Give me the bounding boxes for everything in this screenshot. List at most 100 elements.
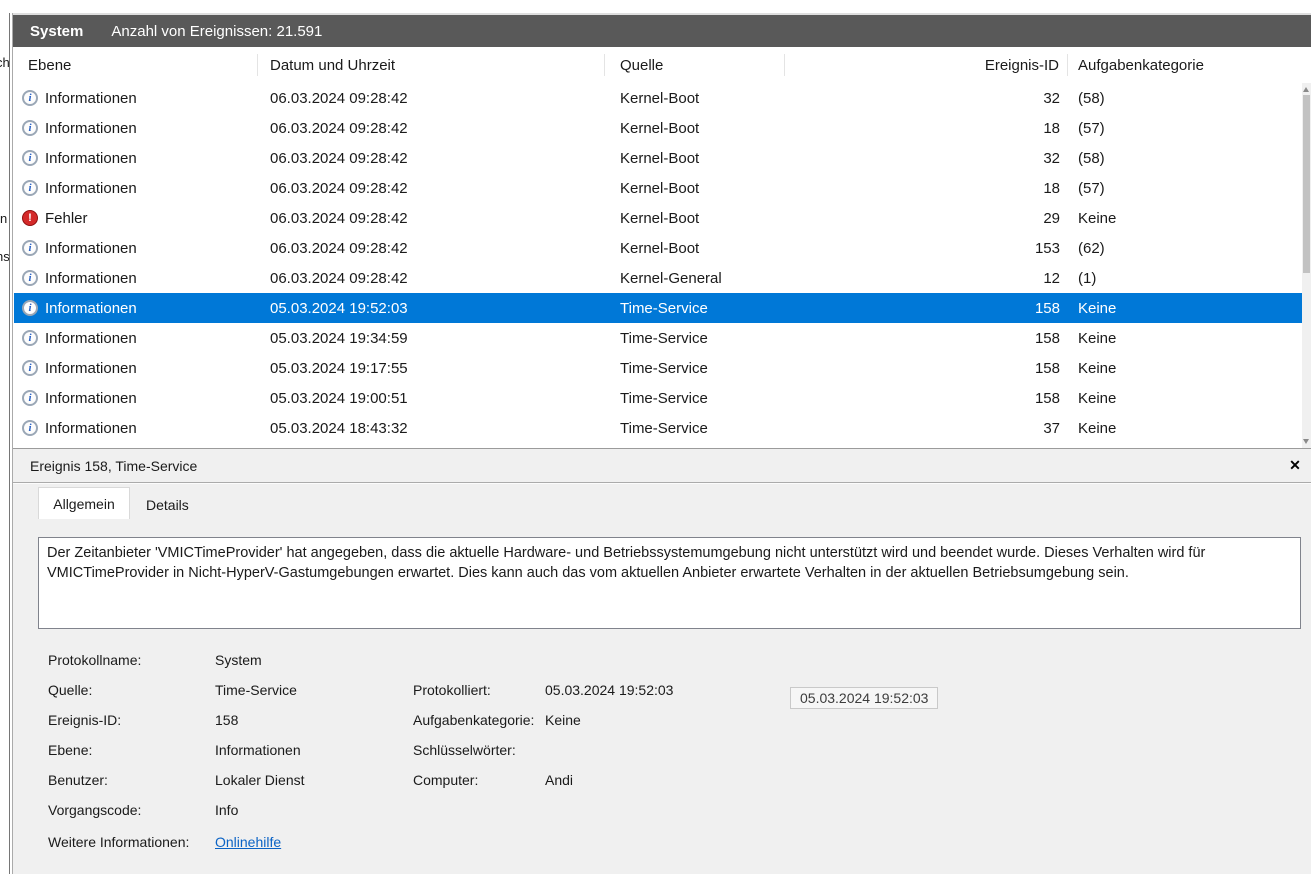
event-id-cell: 37 — [785, 413, 1068, 443]
table-row[interactable]: i Informationen 05.03.2024 19:17:55 Time-… — [14, 353, 1302, 383]
level-cell: Informationen — [45, 240, 137, 257]
table-row-error[interactable]: !Fehler 06.03.2024 09:28:42 Kernel-Boot … — [14, 203, 1302, 233]
info-icon: i — [22, 360, 38, 376]
field-label: Ebene: — [48, 742, 92, 758]
info-icon: i — [22, 90, 38, 106]
table-row[interactable]: iInformationen 06.03.2024 09:28:42 Kerne… — [14, 113, 1302, 143]
onlinehilfe-link[interactable]: Onlinehilfe — [215, 834, 281, 850]
category-cell: (58) — [1068, 83, 1302, 113]
category-cell: Keine — [1068, 353, 1302, 383]
table-row[interactable]: iInformationen 05.03.2024 19:34:59 Time-… — [14, 323, 1302, 353]
field-label: Ereignis-ID: — [48, 712, 121, 728]
source-cell: Kernel-Boot — [605, 83, 785, 113]
scrollbar-down-arrow-icon[interactable] — [1303, 439, 1309, 444]
source-cell: Kernel-Boot — [605, 233, 785, 263]
info-icon: i — [22, 240, 38, 256]
field-value: Andi — [545, 772, 573, 788]
column-header-ereignis-id[interactable]: Ereignis-ID — [785, 54, 1068, 76]
close-icon[interactable]: ✕ — [1285, 455, 1305, 475]
table-row[interactable]: iInformationen 06.03.2024 09:28:42 Kerne… — [14, 233, 1302, 263]
date-cell: 06.03.2024 09:28:42 — [258, 173, 605, 203]
level-cell: Informationen — [45, 300, 137, 317]
field-label: Benutzer: — [48, 772, 108, 788]
column-header-datum[interactable]: Datum und Uhrzeit — [258, 54, 605, 76]
category-cell: Keine — [1068, 293, 1302, 323]
event-count: Anzahl von Ereignissen: 21.591 — [111, 23, 322, 40]
event-id-cell: 29 — [785, 203, 1068, 233]
category-cell: (57) — [1068, 173, 1302, 203]
field-label: Aufgabenkategorie: — [413, 712, 534, 728]
log-title-bar: System Anzahl von Ereignissen: 21.591 — [13, 15, 1311, 47]
source-cell: Kernel-General — [605, 263, 785, 293]
event-list: i Informationen 06.03.2024 09:28:42 Kerne… — [14, 83, 1302, 448]
event-detail-pane: Ereignis 158, Time-Service ✕ Allgemein D… — [13, 448, 1311, 874]
table-row[interactable]: iInformationen 05.03.2024 18:43:32 Time-… — [14, 413, 1302, 443]
pane-splitter[interactable] — [9, 13, 10, 874]
event-id-cell: 158 — [785, 383, 1068, 413]
table-row[interactable]: i Informationen 06.03.2024 09:28:42 Kerne… — [14, 263, 1302, 293]
field-value: 05.03.2024 19:52:03 — [545, 682, 673, 698]
info-icon: i — [22, 270, 38, 286]
event-description-box[interactable]: Der Zeitanbieter 'VMICTimeProvider' hat … — [38, 537, 1301, 629]
info-icon: i — [22, 120, 38, 136]
field-label: Protokollname: — [48, 652, 141, 668]
event-id-cell: 158 — [785, 293, 1068, 323]
column-header-ebene[interactable]: Ebene — [14, 54, 258, 76]
source-cell: Kernel-Boot — [605, 113, 785, 143]
scrollbar-thumb[interactable] — [1303, 95, 1310, 273]
category-cell: Keine — [1068, 413, 1302, 443]
table-row[interactable]: iInformationen 05.03.2024 19:00:51 Time-… — [14, 383, 1302, 413]
date-cell: 05.03.2024 18:43:32 — [258, 413, 605, 443]
date-cell: 06.03.2024 09:28:42 — [258, 83, 605, 113]
tab-details[interactable]: Details — [132, 491, 203, 519]
table-row[interactable]: i Informationen 06.03.2024 09:28:42 Kerne… — [14, 143, 1302, 173]
source-cell: Time-Service — [605, 353, 785, 383]
category-cell: (58) — [1068, 143, 1302, 173]
level-cell: Informationen — [45, 150, 137, 167]
event-id-cell: 158 — [785, 323, 1068, 353]
date-cell: 06.03.2024 09:28:42 — [258, 143, 605, 173]
source-cell: Kernel-Boot — [605, 143, 785, 173]
field-label: Schlüsselwörter: — [413, 742, 516, 758]
field-value: Info — [215, 802, 238, 818]
date-cell: 06.03.2024 09:28:42 — [258, 263, 605, 293]
detail-pane-title: Ereignis 158, Time-Service — [30, 458, 197, 474]
table-row-selected[interactable]: iInformationen 05.03.2024 19:52:03 Time-… — [14, 293, 1302, 323]
field-label: Quelle: — [48, 682, 92, 698]
info-icon: i — [22, 180, 38, 196]
level-cell: Informationen — [45, 330, 137, 347]
event-id-cell: 18 — [785, 113, 1068, 143]
info-icon: i — [22, 150, 38, 166]
field-label: Computer: — [413, 772, 478, 788]
event-id-cell: 153 — [785, 233, 1068, 263]
info-icon: i — [22, 300, 38, 316]
info-icon: i — [22, 420, 38, 436]
event-id-cell: 18 — [785, 173, 1068, 203]
event-id-cell: 158 — [785, 353, 1068, 383]
field-label: Weitere Informationen: — [48, 834, 189, 850]
field-value: Keine — [545, 712, 581, 728]
source-cell: Time-Service — [605, 293, 785, 323]
date-cell: 05.03.2024 19:34:59 — [258, 323, 605, 353]
event-viewer-window: ch n ns System Anzahl von Ereignissen: 2… — [0, 0, 1311, 874]
table-row[interactable]: iInformationen 06.03.2024 09:28:42 Kerne… — [14, 83, 1302, 113]
level-cell: Informationen — [45, 360, 137, 377]
date-cell: 05.03.2024 19:17:55 — [258, 353, 605, 383]
detail-title-divider — [13, 482, 1311, 484]
vertical-scrollbar[interactable] — [1302, 83, 1311, 448]
scrollbar-up-arrow-icon[interactable] — [1303, 87, 1309, 92]
event-id-cell: 12 — [785, 263, 1068, 293]
table-row[interactable]: iInformationen 06.03.2024 09:28:42 Kerne… — [14, 173, 1302, 203]
field-value: Lokaler Dienst — [215, 772, 305, 788]
source-cell: Time-Service — [605, 323, 785, 353]
level-cell: Informationen — [45, 270, 137, 287]
level-cell: Informationen — [45, 390, 137, 407]
log-name: System — [30, 23, 83, 40]
column-header-aufgabenkategorie[interactable]: Aufgabenkategorie — [1068, 54, 1302, 76]
field-label: Vorgangscode: — [48, 802, 141, 818]
date-cell: 06.03.2024 09:28:42 — [258, 113, 605, 143]
tab-allgemein[interactable]: Allgemein — [38, 487, 130, 519]
tree-pane-fragment: n — [0, 211, 7, 226]
field-value: 158 — [215, 712, 238, 728]
column-header-quelle[interactable]: Quelle — [605, 54, 785, 76]
